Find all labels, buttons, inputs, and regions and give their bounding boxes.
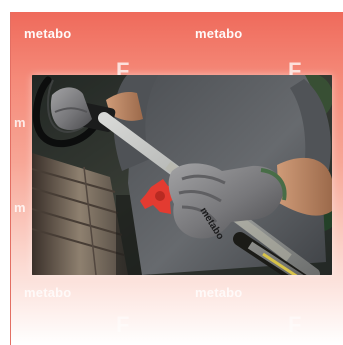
- metabo-watermark-top-left: metabo: [24, 26, 72, 41]
- metabo-watermark-bottom-right: metabo: [195, 285, 243, 300]
- watermark-symbol-bottom-center: F: [116, 312, 130, 337]
- product-photo: metabo: [32, 75, 332, 275]
- metabo-watermark-bottom-left: metabo: [24, 285, 72, 300]
- screenshot-frame: metabo metabo metabo metabo F F F F meta…: [0, 0, 343, 345]
- watermark-symbol-bottom-right: F: [288, 312, 302, 337]
- left-watermark-fragment-top: m: [14, 115, 26, 130]
- metabo-watermark-top-right: metabo: [195, 26, 243, 41]
- left-watermark-fragment-bottom: m: [14, 200, 26, 215]
- trimmer-photo-illustration: metabo: [32, 75, 332, 275]
